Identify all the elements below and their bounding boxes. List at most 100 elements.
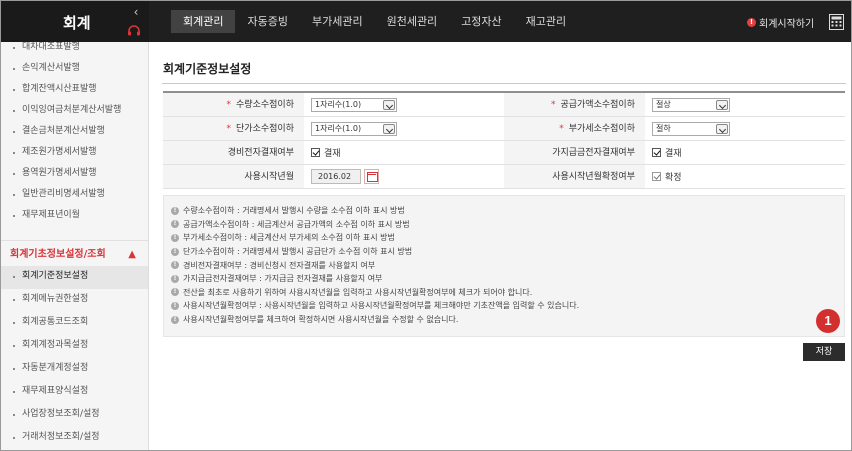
brand-title: 회계 — [63, 14, 91, 32]
sidebar-item-general-expense[interactable]: 일반관리비명세서발행 — [1, 184, 148, 205]
confirm-label-cell: 사용시작년월확정여부 — [504, 165, 645, 188]
step-badge: 1 — [816, 309, 840, 333]
confirm-text: 확정 — [665, 173, 682, 183]
note-item: ! 가지급금전자결재여부 : 가지급금 전자결재를 사용할지 여부 — [171, 272, 844, 286]
start-ym-value-cell: 2016.02 — [304, 165, 504, 188]
info-icon: ! — [171, 233, 179, 242]
info-icon: ! — [171, 206, 179, 215]
expense-approval-value-cell: 결재 — [304, 141, 504, 164]
save-button[interactable]: 저장 — [803, 343, 845, 361]
dropdown-arrow-icon[interactable] — [716, 123, 728, 134]
start-accounting-label: 회계시작하기 — [759, 19, 815, 30]
title-divider — [162, 83, 846, 84]
sidebar-settings-list: 회계기준정보설정 회계메뉴권한설정 회계공통코드조회 회계계정과목설정 자동분개… — [1, 266, 148, 450]
required-mark: * — [559, 124, 564, 134]
advance-approval-label-cell: 가지급금전자결재여부 — [504, 141, 645, 164]
sidebar-item-service-cost[interactable]: 용역원가명세서발행 — [1, 163, 148, 184]
confirm-label: 사용시작년월확정여부 — [552, 172, 635, 182]
start-ym-label-cell: 사용시작년월 — [163, 165, 304, 188]
vat-label-cell: * 부가세소수점이하 — [504, 117, 645, 140]
settings-form: * 수량소수점이하 1자리수(1.0) * 공급가액소수점이하 절상 * 단가소수점이… — [163, 91, 845, 189]
supply-label: 공급가액소수점이하 — [560, 100, 635, 110]
expense-approval-label-cell: 경비전자결재여부 — [163, 141, 304, 164]
supply-value-cell: 절상 — [645, 93, 845, 116]
note-item: ! 단가소수점이하 : 거래명세서 발행시 공급단가 소수점 이하 표시 방법 — [171, 245, 844, 259]
note-item: ! 전산을 최초로 사용하기 위하여 사용시작년월을 입력하고 사용시작년월확정여… — [171, 286, 844, 300]
app-window: 회계 ‹ 회계관리 자동증빙 부가세관리 원천세관리 고정자산 재고관리 ! 회… — [0, 0, 852, 451]
note-text: 사용시작년월확정여부를 체크하여 확정하시면 사용시작년월을 수정할 수 없습니… — [183, 315, 459, 325]
headset-icon[interactable] — [127, 25, 141, 37]
menu-fixed-assets[interactable]: 고정자산 — [449, 10, 513, 33]
menu-accounting[interactable]: 회계관리 — [171, 10, 236, 33]
sidebar-item-deficit-disposal[interactable]: 결손금처분계산서발행 — [1, 121, 148, 142]
note-text: 수량소수점이하 : 거래명세서 발행시 수량을 소수점 이하 표시 방법 — [183, 206, 405, 216]
menu-auto-evidence[interactable]: 자동증빙 — [235, 10, 299, 33]
start-accounting-link[interactable]: ! 회계시작하기 — [747, 15, 814, 30]
top-bar: 회계 ‹ 회계관리 자동증빙 부가세관리 원천세관리 고정자산 재고관리 ! 회… — [1, 1, 851, 42]
menu-inventory[interactable]: 재고관리 — [514, 10, 578, 33]
sidebar-item-business-site[interactable]: 사업장정보조회/설정 — [1, 404, 148, 427]
expense-approval-checkbox[interactable] — [311, 148, 320, 157]
calculator-icon[interactable] — [829, 14, 844, 30]
note-item: ! 부가세소수점이하 : 세금계산서 부가세의 소수점 이하 표시 방법 — [171, 231, 844, 245]
sidebar-item-common-code[interactable]: 회계공통코드조회 — [1, 312, 148, 335]
sidebar: 대차대조표발행 손익계산서발행 합계잔액시산표발행 이익잉여금처분계산서발행 결… — [1, 42, 149, 450]
vat-label: 부가세소수점이하 — [568, 124, 635, 134]
confirm-value-cell: 확정 — [645, 165, 845, 188]
required-mark: * — [550, 100, 556, 110]
sidebar-item-income-statement[interactable]: 손익계산서발행 — [1, 58, 148, 79]
supply-decimal-select[interactable]: 절상 — [652, 97, 730, 112]
price-value-cell: 1자리수(1.0) — [304, 117, 504, 140]
dropdown-arrow-icon[interactable] — [383, 99, 395, 110]
vat-decimal-select[interactable]: 절하 — [652, 121, 730, 136]
price-label: 단가소수점이하 — [236, 124, 294, 134]
note-item: ! 수량소수점이하 : 거래명세서 발행시 수량을 소수점 이하 표시 방법 — [171, 204, 844, 218]
sidebar-item-trial-balance[interactable]: 합계잔액시산표발행 — [1, 79, 148, 100]
alert-icon: ! — [747, 18, 756, 27]
sidebar-item-fs-carryover[interactable]: 재무제표년이월 — [1, 205, 148, 226]
calendar-icon[interactable] — [364, 169, 379, 184]
sidebar-item-client-info[interactable]: 거래처정보조회/설정 — [1, 427, 148, 450]
sidebar-item-auto-journal[interactable]: 자동분개계정설정 — [1, 358, 148, 381]
note-text: 경비전자결재여부 : 경비신청시 전자결재를 사용할지 여부 — [183, 260, 376, 270]
note-item: ! 공급가액소수점이하 : 세금계산서 공급가액의 소수점 이하 표시 방법 — [171, 218, 844, 232]
supply-decimal-value: 절상 — [656, 99, 671, 109]
advance-approval-checkbox[interactable] — [652, 148, 661, 157]
sidebar-section-header[interactable]: 회계기초정보설정/조회 ▲ — [1, 240, 148, 268]
sidebar-item-manufacturing-cost[interactable]: 제조원가명세서발행 — [1, 142, 148, 163]
sidebar-item-fs-format[interactable]: 재무제표양식설정 — [1, 381, 148, 404]
qty-decimal-select[interactable]: 1자리수(1.0) — [311, 97, 397, 112]
help-notes: ! 수량소수점이하 : 거래명세서 발행시 수량을 소수점 이하 표시 방법 ! 공… — [163, 195, 845, 337]
menu-withholding[interactable]: 원천세관리 — [375, 10, 450, 33]
qty-label: 수량소수점이하 — [236, 100, 294, 110]
advance-approval-label: 가지급금전자결재여부 — [552, 148, 635, 158]
advance-approval-text: 결재 — [665, 149, 682, 159]
dropdown-arrow-icon[interactable] — [383, 123, 395, 134]
info-icon: ! — [171, 288, 179, 297]
collapse-chevron-icon[interactable]: ‹ — [130, 6, 142, 18]
dropdown-arrow-icon[interactable] — [716, 99, 728, 110]
menu-vat[interactable]: 부가세관리 — [300, 10, 375, 33]
vat-decimal-value: 절하 — [656, 123, 671, 133]
confirm-checkbox[interactable] — [652, 172, 661, 181]
supply-label-cell: * 공급가액소수점이하 — [504, 93, 645, 116]
sidebar-item-accounting-standard[interactable]: 회계기준정보설정 — [1, 266, 148, 289]
note-item: ! 경비전자결재여부 : 경비신청시 전자결재를 사용할지 여부 — [171, 258, 844, 272]
vat-value-cell: 절하 — [645, 117, 845, 140]
qty-value-cell: 1자리수(1.0) — [304, 93, 504, 116]
note-text: 공급가액소수점이하 : 세금계산서 공급가액의 소수점 이하 표시 방법 — [183, 219, 410, 229]
price-decimal-select[interactable]: 1자리수(1.0) — [311, 121, 397, 136]
sidebar-item-menu-permission[interactable]: 회계메뉴권한설정 — [1, 289, 148, 312]
expense-approval-label: 경비전자결재여부 — [227, 148, 294, 158]
sidebar-item-account-subject[interactable]: 회계계정과목설정 — [1, 335, 148, 358]
brand-area: 회계 ‹ — [1, 1, 149, 42]
start-ym-input[interactable]: 2016.02 — [311, 169, 361, 184]
required-mark: * — [226, 124, 232, 134]
note-text: 부가세소수점이하 : 세금계산서 부가세의 소수점 이하 표시 방법 — [183, 233, 395, 243]
sidebar-item-retained-earnings[interactable]: 이익잉여금처분계산서발행 — [1, 100, 148, 121]
form-row-approval: 경비전자결재여부 결재 가지급금전자결재여부 결재 — [163, 141, 845, 165]
caret-up-icon[interactable]: ▲ — [128, 241, 136, 269]
sidebar-item-balance-sheet[interactable]: 대차대조표발행 — [1, 42, 148, 58]
sidebar-report-list: 대차대조표발행 손익계산서발행 합계잔액시산표발행 이익잉여금처분계산서발행 결… — [1, 42, 148, 226]
qty-label-cell: * 수량소수점이하 — [163, 93, 304, 116]
